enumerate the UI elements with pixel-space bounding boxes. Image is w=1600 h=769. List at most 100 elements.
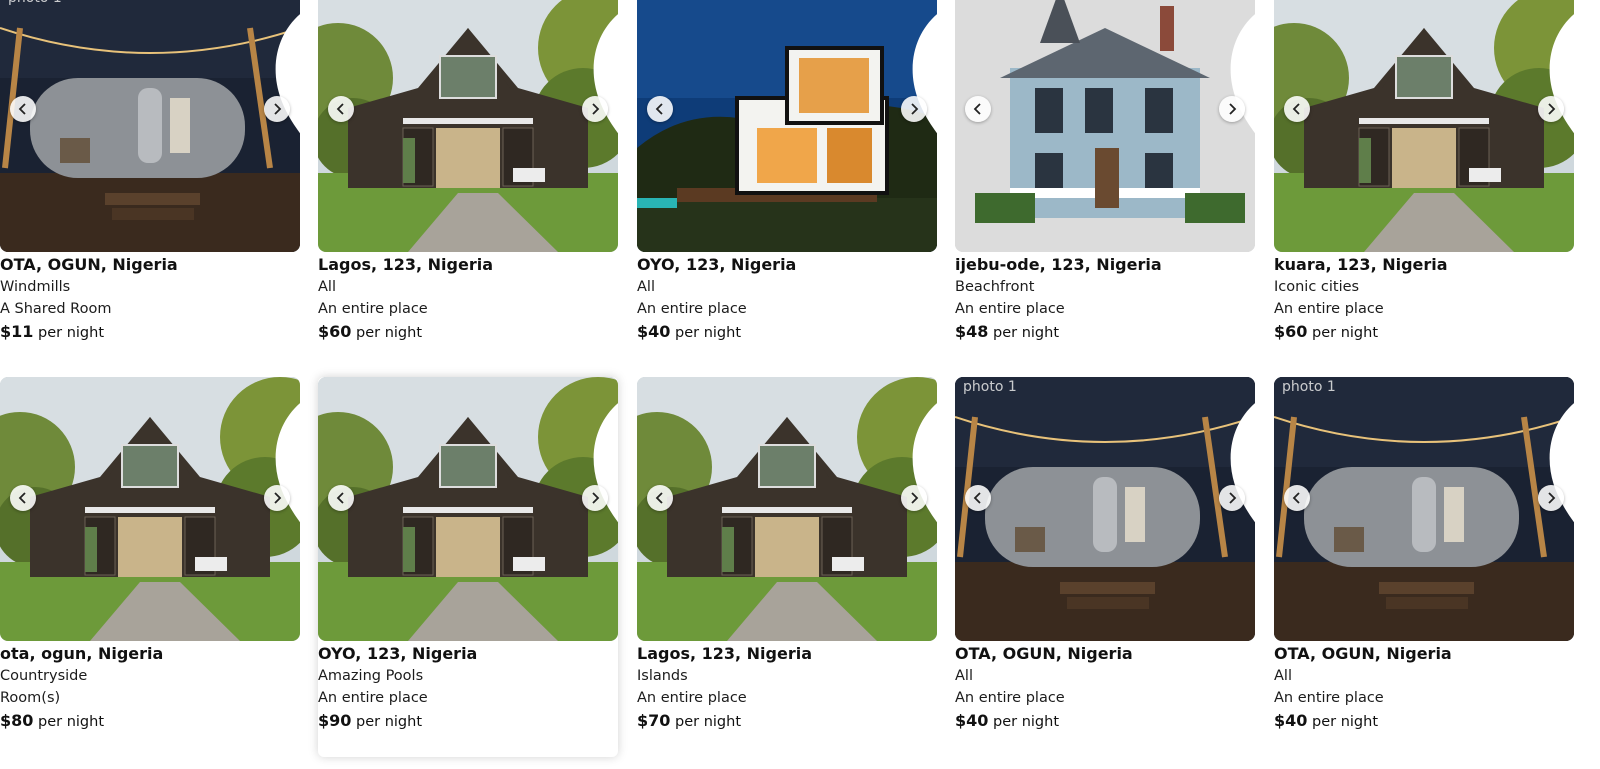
next-photo-button[interactable] <box>1219 96 1245 122</box>
listing-location: ijebu-ode, 123, Nigeria <box>955 255 1162 274</box>
listing-price: $70 <box>637 711 671 730</box>
listings-grid: photo 1 OTA, OGUN, Nigeria Windmills A S… <box>0 0 1600 769</box>
next-photo-button[interactable] <box>582 96 608 122</box>
listing-image <box>318 0 618 252</box>
listing-price: $48 <box>955 322 989 341</box>
prev-photo-button[interactable] <box>965 96 991 122</box>
heart-icon[interactable] <box>584 385 618 523</box>
listing-location: OTA, OGUN, Nigeria <box>955 644 1133 663</box>
listing-price-row: $80 per night <box>0 709 300 733</box>
listing-photo[interactable] <box>0 377 300 641</box>
heart-icon[interactable] <box>266 0 300 134</box>
listing-info: OYO, 123, Nigeria All An entire place $4… <box>637 254 937 344</box>
listing-image <box>1274 0 1574 252</box>
listing-place-type: An entire place <box>318 690 428 706</box>
per-night-label: per night <box>1312 325 1379 341</box>
listing-place-type: An entire place <box>955 301 1065 317</box>
listing-price: $40 <box>955 711 989 730</box>
heart-icon[interactable] <box>584 0 618 134</box>
listing-photo[interactable] <box>637 377 937 641</box>
listing-place-type: An entire place <box>637 301 747 317</box>
listing-category: All <box>955 668 973 684</box>
listing-card[interactable]: Lagos, 123, Nigeria Islands An entire pl… <box>637 377 937 757</box>
heart-icon[interactable] <box>903 0 937 134</box>
prev-photo-button[interactable] <box>647 485 673 511</box>
listing-info: OYO, 123, Nigeria Amazing Pools An entir… <box>318 643 618 733</box>
broken-image-alt: photo 1 <box>963 379 1017 395</box>
prev-photo-button[interactable] <box>10 96 36 122</box>
prev-photo-button[interactable] <box>1284 96 1310 122</box>
listing-location: OTA, OGUN, Nigeria <box>1274 644 1452 663</box>
listing-photo[interactable] <box>318 0 618 252</box>
heart-icon[interactable] <box>1221 385 1255 523</box>
listing-info: kuara, 123, Nigeria Iconic cities An ent… <box>1274 254 1574 344</box>
listing-card[interactable]: OYO, 123, Nigeria All An entire place $4… <box>637 0 937 368</box>
next-photo-button[interactable] <box>264 96 290 122</box>
next-photo-button[interactable] <box>901 96 927 122</box>
listing-card[interactable]: ijebu-ode, 123, Nigeria Beachfront An en… <box>955 0 1255 368</box>
listing-card[interactable]: OYO, 123, Nigeria Amazing Pools An entir… <box>318 377 618 757</box>
listing-category: Beachfront <box>955 279 1035 295</box>
listing-photo[interactable] <box>637 0 937 252</box>
next-photo-button[interactable] <box>582 485 608 511</box>
heart-icon[interactable] <box>1540 0 1574 134</box>
per-night-label: per night <box>675 325 742 341</box>
next-photo-button[interactable] <box>1538 485 1564 511</box>
listing-card[interactable]: kuara, 123, Nigeria Iconic cities An ent… <box>1274 0 1574 368</box>
heart-icon[interactable] <box>1540 385 1574 523</box>
listing-info: ijebu-ode, 123, Nigeria Beachfront An en… <box>955 254 1255 344</box>
per-night-label: per night <box>356 714 423 730</box>
listing-info: OTA, OGUN, Nigeria All An entire place $… <box>1274 643 1574 733</box>
listing-image <box>318 377 618 641</box>
listing-card[interactable]: photo 1 OTA, OGUN, Nigeria All An entire… <box>955 377 1255 757</box>
listing-price: $40 <box>1274 711 1308 730</box>
listing-image <box>637 0 937 252</box>
prev-photo-button[interactable] <box>10 485 36 511</box>
next-photo-button[interactable] <box>1219 485 1245 511</box>
heart-icon[interactable] <box>1221 0 1255 134</box>
listing-info: OTA, OGUN, Nigeria Windmills A Shared Ro… <box>0 254 300 344</box>
listing-category: Islands <box>637 668 688 684</box>
listing-photo[interactable]: photo 1 <box>0 0 300 252</box>
listing-photo[interactable] <box>318 377 618 641</box>
prev-photo-button[interactable] <box>328 485 354 511</box>
listing-price: $60 <box>318 322 352 341</box>
per-night-label: per night <box>1312 714 1379 730</box>
listing-card[interactable]: photo 1 OTA, OGUN, Nigeria Windmills A S… <box>0 0 300 368</box>
listing-price: $90 <box>318 711 352 730</box>
per-night-label: per night <box>993 714 1060 730</box>
next-photo-button[interactable] <box>1538 96 1564 122</box>
listing-photo[interactable]: photo 1 <box>955 377 1255 641</box>
listing-photo[interactable] <box>955 0 1255 252</box>
prev-photo-button[interactable] <box>965 485 991 511</box>
per-night-label: per night <box>356 325 423 341</box>
listing-card[interactable]: Lagos, 123, Nigeria All An entire place … <box>318 0 618 368</box>
listing-info: Lagos, 123, Nigeria All An entire place … <box>318 254 618 344</box>
listing-image <box>1274 377 1574 641</box>
prev-photo-button[interactable] <box>328 96 354 122</box>
heart-icon[interactable] <box>903 385 937 523</box>
heart-icon[interactable] <box>266 385 300 523</box>
listing-category: All <box>1274 668 1292 684</box>
listing-price-row: $40 per night <box>1274 709 1574 733</box>
listing-card[interactable]: ota, ogun, Nigeria Countryside Room(s) $… <box>0 377 300 757</box>
listing-place-type: An entire place <box>955 690 1065 706</box>
listing-place-type: An entire place <box>1274 690 1384 706</box>
listing-location: Lagos, 123, Nigeria <box>318 255 494 274</box>
listing-card[interactable]: photo 1 OTA, OGUN, Nigeria All An entire… <box>1274 377 1574 757</box>
prev-photo-button[interactable] <box>647 96 673 122</box>
listing-price-row: $48 per night <box>955 320 1255 344</box>
listing-place-type: Room(s) <box>0 690 61 706</box>
listing-location: kuara, 123, Nigeria <box>1274 255 1448 274</box>
listing-category: Countryside <box>0 668 88 684</box>
listing-photo[interactable]: photo 1 <box>1274 377 1574 641</box>
listing-photo[interactable] <box>1274 0 1574 252</box>
next-photo-button[interactable] <box>901 485 927 511</box>
listing-image <box>0 377 300 641</box>
prev-photo-button[interactable] <box>1284 485 1310 511</box>
next-photo-button[interactable] <box>264 485 290 511</box>
listing-image <box>0 0 300 252</box>
listing-category: Amazing Pools <box>318 668 424 684</box>
listing-price-row: $60 per night <box>1274 320 1574 344</box>
listing-price-row: $40 per night <box>955 709 1255 733</box>
